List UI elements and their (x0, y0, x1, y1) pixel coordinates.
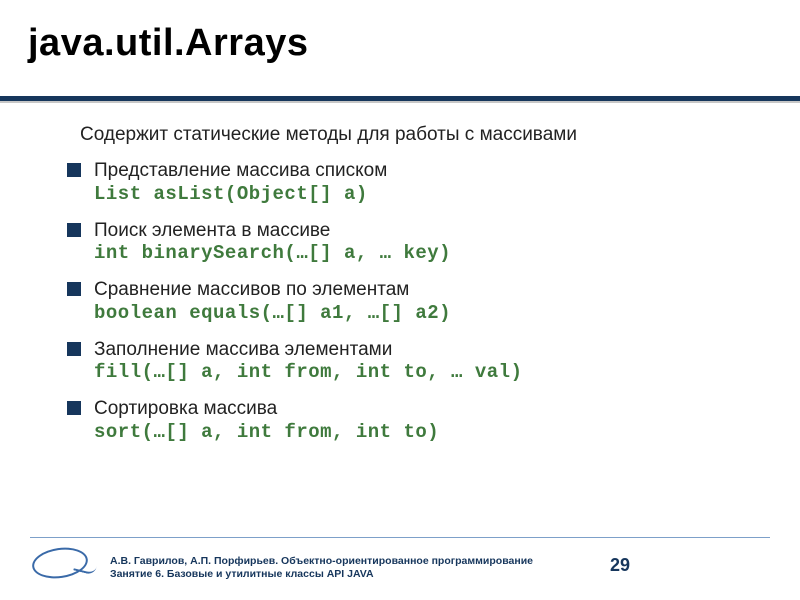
slide-body: Содержит статические методы для работы с… (70, 124, 774, 458)
footer-line2: Занятие 6. Базовые и утилитные классы AP… (110, 568, 374, 580)
bullet-item: Поиск элемента в массиве int binarySearc… (70, 220, 774, 267)
square-bullet-icon (67, 401, 81, 415)
bullet-item: Заполнение массива элементами fill(…[] a… (70, 339, 774, 386)
square-bullet-icon (67, 163, 81, 177)
bullet-item: Сортировка массива sort(…[] a, int from,… (70, 398, 774, 445)
item-code: List asList(Object[] a) (94, 183, 774, 207)
item-code: sort(…[] a, int from, int to) (94, 421, 774, 445)
title-rule-light (0, 101, 800, 103)
square-bullet-icon (67, 342, 81, 356)
intro-text: Содержит статические методы для работы с… (80, 124, 774, 146)
square-bullet-icon (67, 223, 81, 237)
footer-text: А.В. Гаврилов, А.П. Порфирьев. Объектно-… (110, 555, 533, 582)
slide-footer: А.В. Гаврилов, А.П. Порфирьев. Объектно-… (30, 538, 770, 584)
square-bullet-icon (67, 282, 81, 296)
bullet-item: Представление массива списком List asLis… (70, 160, 774, 207)
item-desc: Сортировка массива (94, 398, 774, 421)
bullet-item: Сравнение массивов по элементам boolean … (70, 279, 774, 326)
item-code: fill(…[] a, int from, int to, … val) (94, 361, 774, 385)
slide-title: java.util.Arrays (28, 22, 308, 65)
slide: java.util.Arrays Содержит статические ме… (0, 0, 800, 600)
item-desc: Поиск элемента в массиве (94, 220, 774, 243)
item-desc: Представление массива списком (94, 160, 774, 183)
footer-line1: А.В. Гаврилов, А.П. Порфирьев. Объектно-… (110, 555, 533, 567)
item-code: int binarySearch(…[] a, … key) (94, 242, 774, 266)
item-desc: Заполнение массива элементами (94, 339, 774, 362)
page-number: 29 (610, 555, 630, 576)
item-desc: Сравнение массивов по элементам (94, 279, 774, 302)
item-code: boolean equals(…[] a1, …[] a2) (94, 302, 774, 326)
logo-icon (30, 544, 96, 584)
